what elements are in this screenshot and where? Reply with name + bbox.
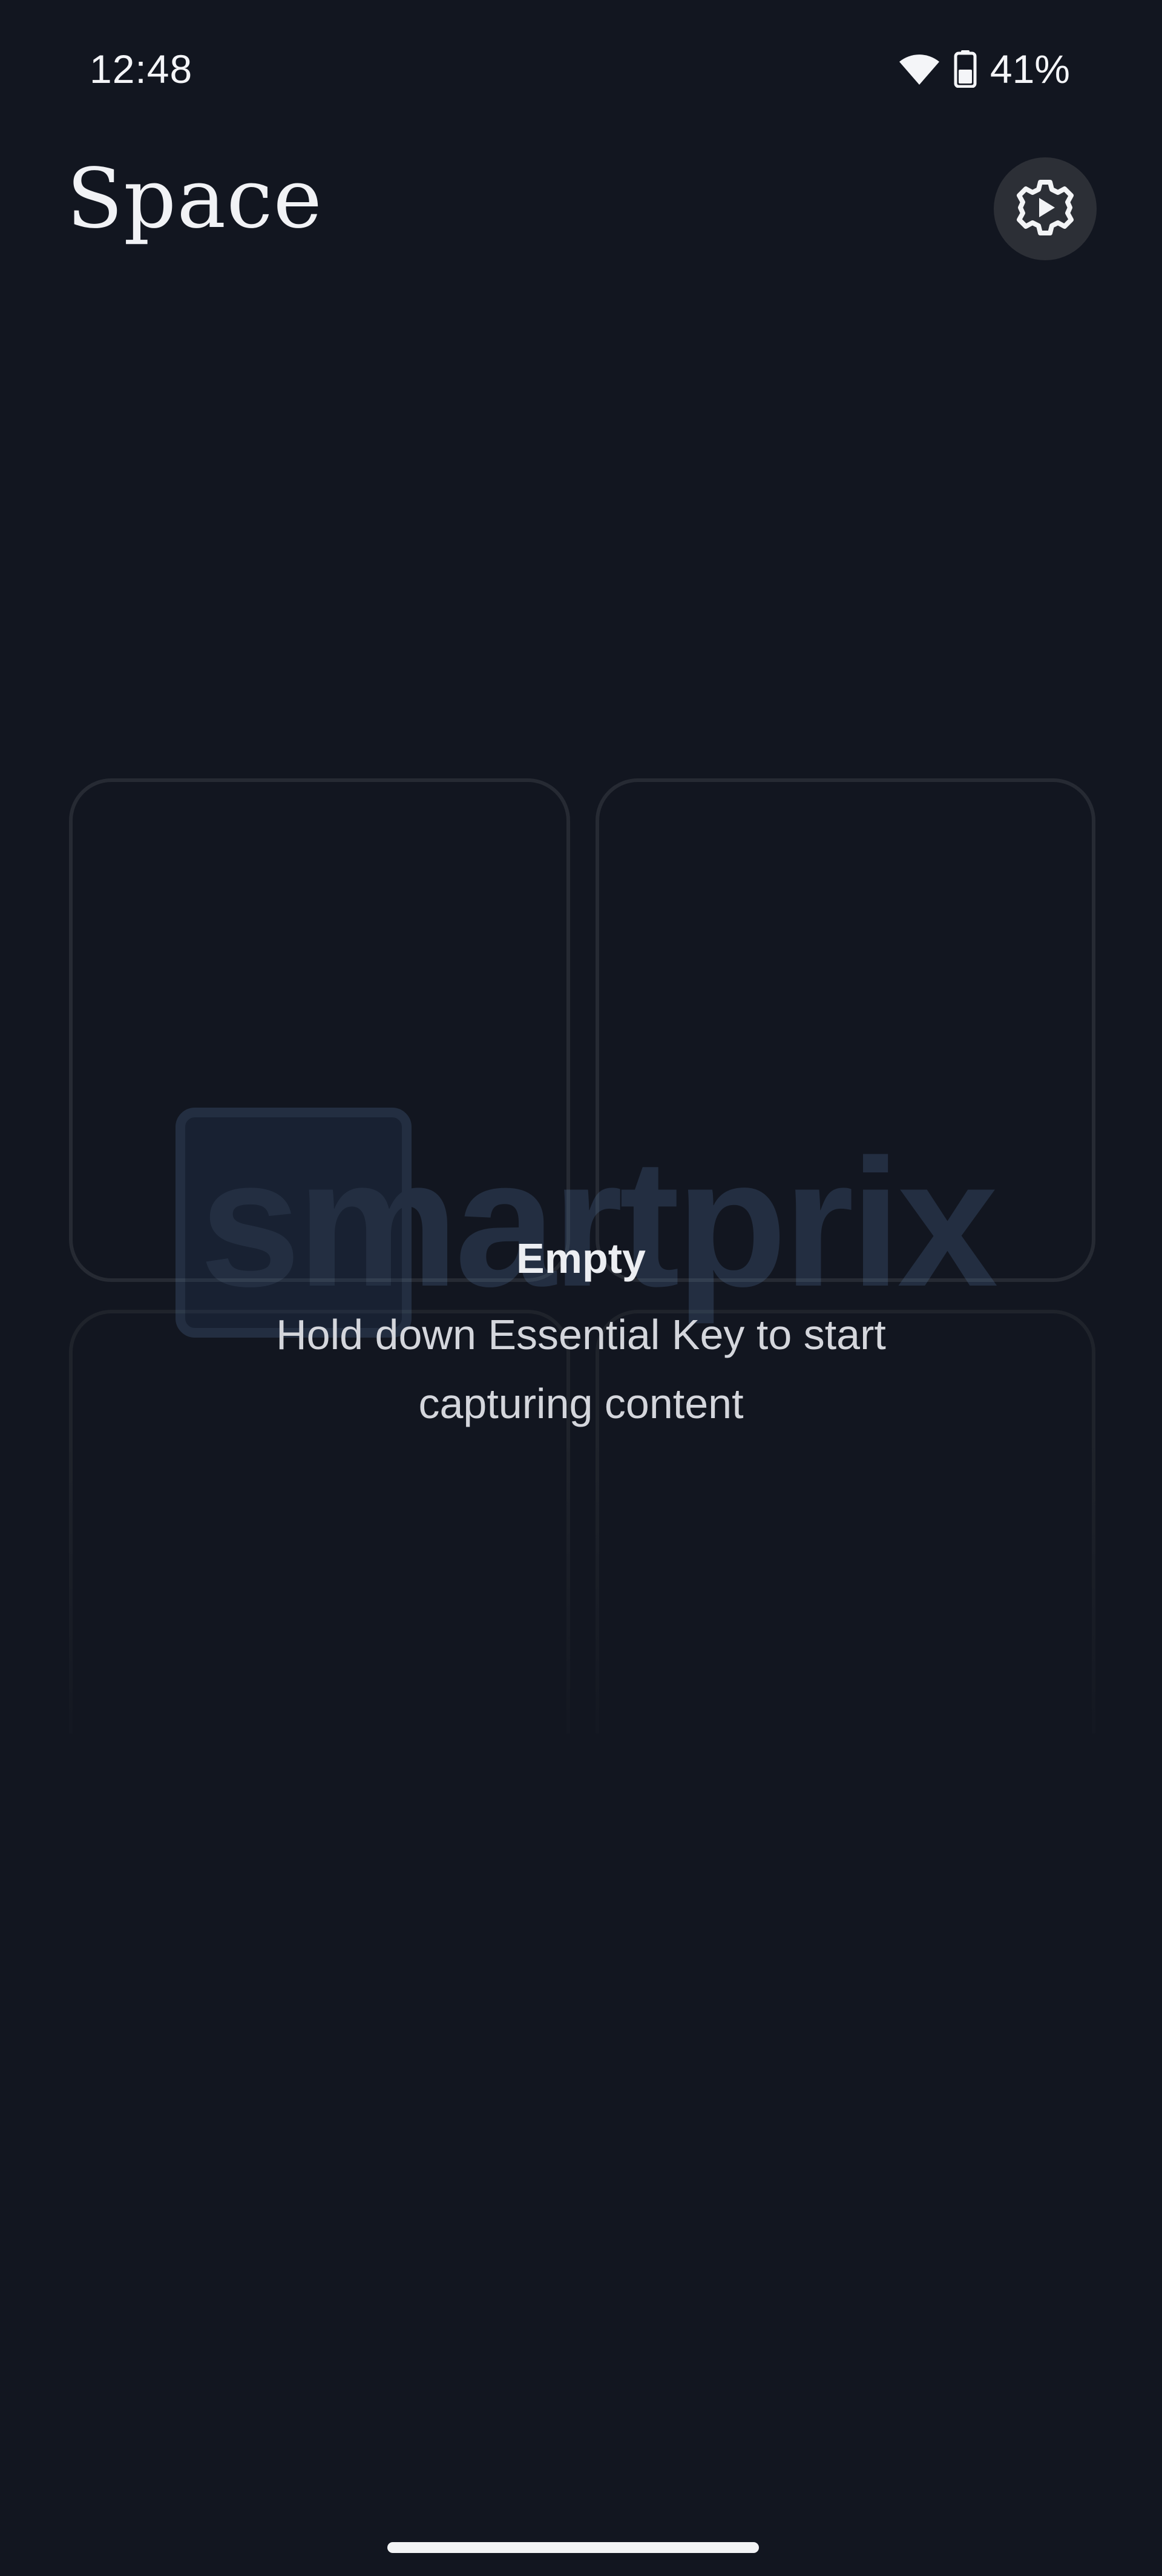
home-indicator[interactable] <box>387 2542 759 2553</box>
empty-state-title: Empty <box>516 1235 646 1282</box>
grid-fade <box>0 1441 1162 1779</box>
empty-state-message: Hold down Essential Key to start capturi… <box>276 1311 886 1427</box>
empty-state: Empty Hold down Essential Key to start c… <box>0 1225 1162 1438</box>
